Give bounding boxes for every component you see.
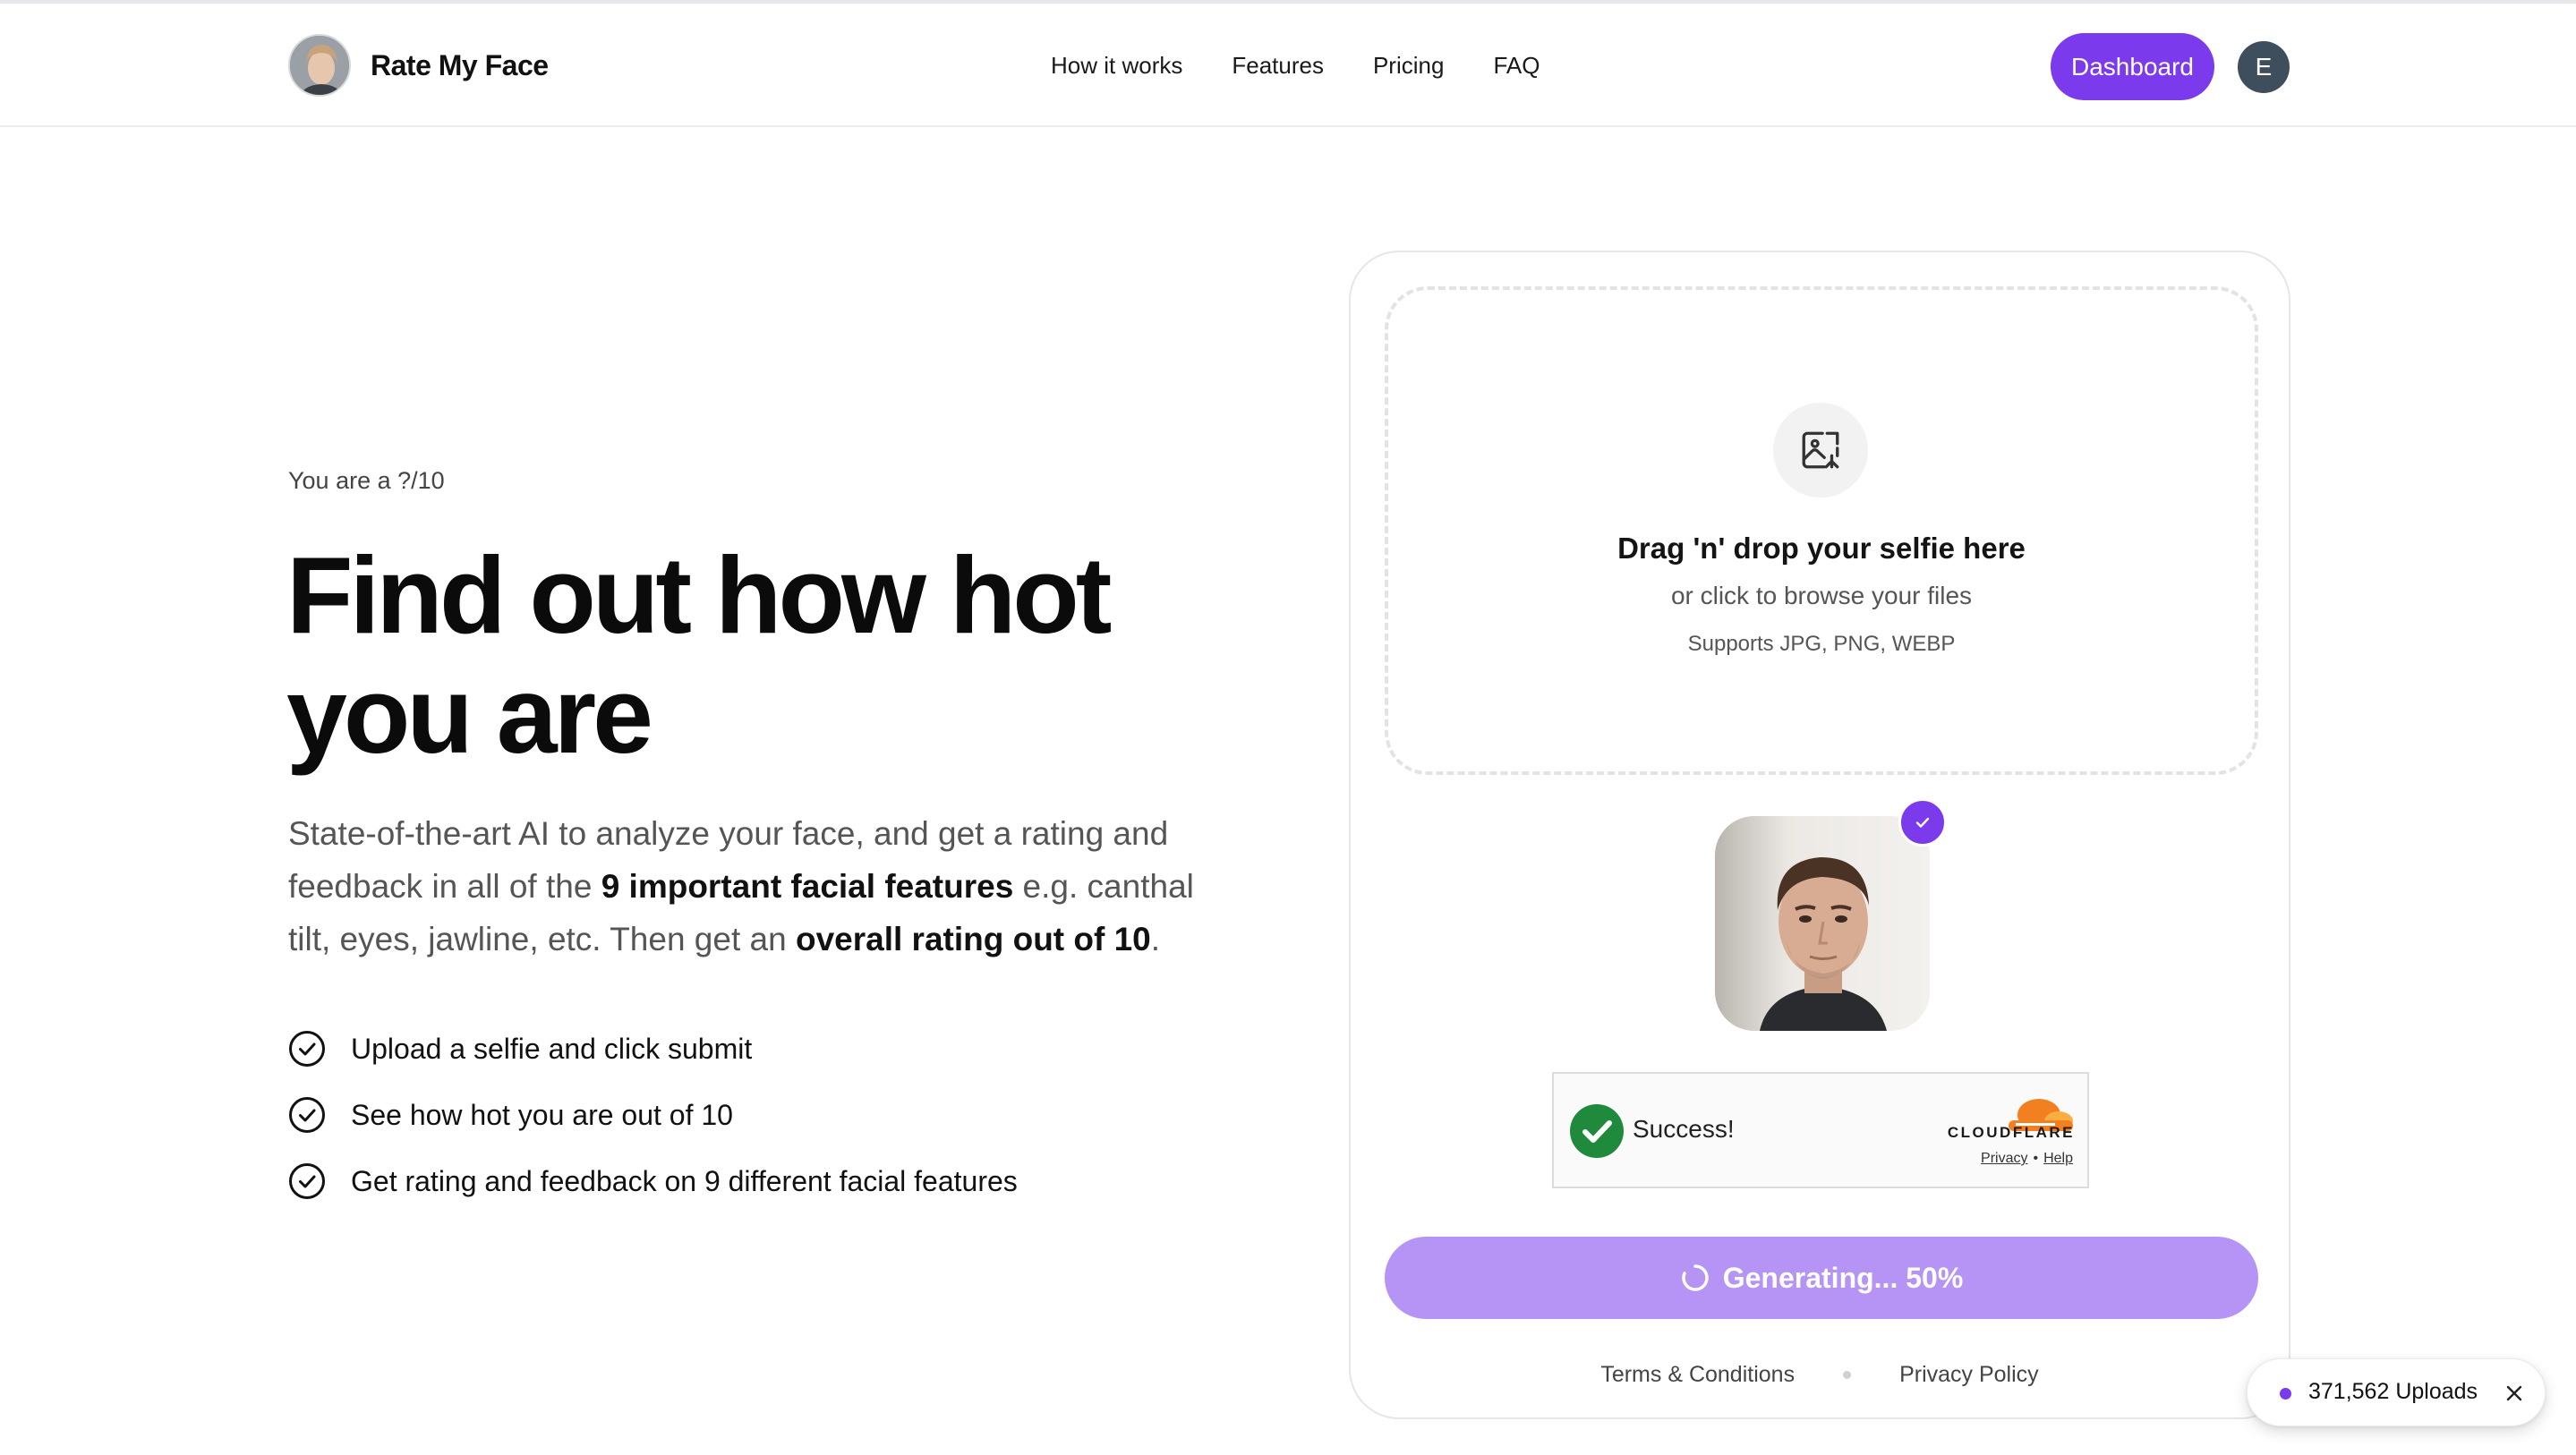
- turnstile-privacy-link[interactable]: Privacy: [1981, 1151, 2027, 1166]
- checklist-text: Upload a selfie and click submit: [351, 1032, 753, 1065]
- turnstile-help-link[interactable]: Help: [2043, 1151, 2073, 1166]
- selfie-dropzone[interactable]: Drag 'n' drop your selfie here or click …: [1385, 286, 2258, 775]
- close-icon[interactable]: [2500, 1379, 2529, 1408]
- cloudflare-turnstile-widget: Success! CLOUDFLARE Privacy • Help: [1552, 1072, 2089, 1188]
- nav-pricing[interactable]: Pricing: [1373, 52, 1444, 80]
- checklist-text: See how hot you are out of 10: [351, 1098, 733, 1131]
- generate-button[interactable]: Generating... 50%: [1385, 1237, 2258, 1319]
- dropzone-formats: Supports JPG, PNG, WEBP: [1687, 632, 1956, 656]
- site-header: Rate My Face How it works Features Prici…: [0, 4, 2576, 127]
- brand-name: Rate My Face: [371, 48, 549, 81]
- dashboard-button[interactable]: Dashboard: [2051, 33, 2214, 100]
- hero-headline: Find out how hot you are: [286, 535, 1181, 775]
- lead-text-3: .: [1150, 921, 1161, 957]
- generate-button-label: Generating... 50%: [1722, 1261, 1964, 1294]
- uploads-counter-toast: 371,562 Uploads: [2247, 1358, 2546, 1426]
- check-circle-icon: [289, 1163, 325, 1199]
- success-check-icon: [1570, 1104, 1624, 1158]
- selected-check-icon: [1898, 798, 1947, 847]
- list-item: Get rating and feedback on 9 different f…: [288, 1160, 1018, 1203]
- hero-headline-line1: Find out how hot: [286, 534, 1112, 656]
- upload-card: Drag 'n' drop your selfie here or click …: [1349, 251, 2290, 1419]
- loading-spinner-icon: [1682, 1264, 1709, 1291]
- turnstile-separator: •: [2033, 1151, 2039, 1166]
- hero-description: State-of-the-art AI to analyze your face…: [288, 807, 1210, 966]
- hero-eyebrow: You are a ?/10: [288, 467, 445, 494]
- cloudflare-brand: CLOUDFLARE: [1947, 1124, 2075, 1141]
- brand-logo-link[interactable]: Rate My Face: [288, 34, 549, 97]
- main-nav: How it works Features Pricing FAQ: [1051, 52, 1540, 80]
- selfie-preview: [1715, 816, 1930, 1031]
- live-dot-icon: [2280, 1388, 2291, 1400]
- brand-avatar-icon: [288, 34, 351, 97]
- card-footer-links: Terms & Conditions Privacy Policy: [1351, 1362, 2289, 1388]
- turnstile-links: Privacy • Help: [1981, 1151, 2073, 1167]
- dropzone-title: Drag 'n' drop your selfie here: [1617, 532, 2026, 565]
- user-avatar[interactable]: E: [2238, 41, 2290, 93]
- turnstile-status: Success!: [1633, 1115, 1735, 1143]
- lead-bold-features: 9 important facial features: [601, 868, 1014, 905]
- check-circle-icon: [289, 1031, 325, 1067]
- terms-link[interactable]: Terms & Conditions: [1600, 1362, 1795, 1388]
- footer-separator: [1843, 1371, 1852, 1379]
- feature-checklist: Upload a selfie and click submit See how…: [288, 1027, 1018, 1226]
- privacy-policy-link[interactable]: Privacy Policy: [1899, 1362, 2039, 1388]
- image-upload-icon: [1802, 431, 1839, 469]
- uploads-count: 371,562 Uploads: [2308, 1379, 2478, 1404]
- hero-headline-line2: you are: [286, 654, 653, 776]
- lead-bold-rating: overall rating out of 10: [795, 921, 1151, 957]
- checklist-text: Get rating and feedback on 9 different f…: [351, 1164, 1018, 1197]
- check-circle-icon: [289, 1097, 325, 1133]
- nav-how-it-works[interactable]: How it works: [1051, 52, 1182, 80]
- nav-features[interactable]: Features: [1232, 52, 1324, 80]
- list-item: See how hot you are out of 10: [288, 1093, 1018, 1136]
- dropzone-icon-circle: [1773, 403, 1868, 498]
- dropzone-subtitle: or click to browse your files: [1670, 582, 1973, 609]
- nav-faq[interactable]: FAQ: [1493, 52, 1540, 80]
- list-item: Upload a selfie and click submit: [288, 1027, 1018, 1070]
